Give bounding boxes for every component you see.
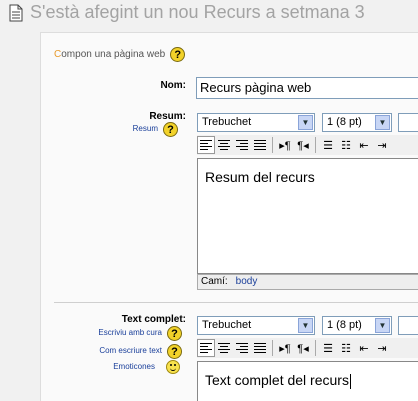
- ordered-list-icon[interactable]: ☰: [319, 339, 337, 357]
- summary-help-icon[interactable]: ?: [163, 122, 178, 137]
- name-label: Nom:: [160, 80, 186, 91]
- fulltext-label: Text complet:: [121, 314, 186, 325]
- fulltext-font-family-select[interactable]: Trebuchet ▼: [197, 316, 315, 335]
- legend-initial: C: [54, 49, 62, 60]
- smiley-icon[interactable]: [166, 360, 180, 374]
- help-icon[interactable]: ?: [170, 47, 186, 62]
- align-justify-icon[interactable]: [251, 339, 269, 357]
- name-input[interactable]: Recurs pàgina web: [196, 77, 418, 99]
- fulltext-content: Text complet del recurs: [205, 372, 349, 388]
- summary-font-family-value: Trebuchet: [202, 116, 252, 128]
- indent-icon[interactable]: ⇥: [373, 339, 391, 357]
- summary-toolbar: ▸¶ ¶◂ ☰ ☷ ⇤ ⇥: [197, 135, 418, 155]
- chevron-down-icon: ▼: [375, 115, 390, 130]
- ltr-icon[interactable]: ▸¶: [276, 339, 294, 357]
- summary-help-link[interactable]: Resum: [100, 124, 158, 133]
- rtl-icon[interactable]: ¶◂: [294, 136, 312, 154]
- page-title: S'està afegint un nou Recurs a setmana 3: [30, 2, 365, 22]
- toolbar-separator: [272, 340, 273, 356]
- path-value[interactable]: body: [236, 276, 258, 287]
- path-label: Camí:: [201, 276, 228, 287]
- fulltext-toolbar: ▸¶ ¶◂ ☰ ☷ ⇤ ⇥: [197, 338, 418, 358]
- toolbar-separator: [315, 137, 316, 153]
- summary-font-size-value: 1 (8 pt): [327, 116, 362, 128]
- form-legend: Compon una pàgina web ?: [54, 47, 186, 62]
- rtl-icon[interactable]: ¶◂: [294, 339, 312, 357]
- fulltext-editor[interactable]: Text complet del recurs: [197, 361, 418, 401]
- align-center-icon[interactable]: [215, 339, 233, 357]
- how-to-write-help-icon[interactable]: ?: [167, 344, 182, 359]
- toolbar-separator: [315, 340, 316, 356]
- document-icon: [9, 4, 23, 22]
- fulltext-font-size-select[interactable]: 1 (8 pt) ▼: [322, 316, 392, 335]
- ordered-list-icon[interactable]: ☰: [319, 136, 337, 154]
- align-justify-icon[interactable]: [251, 136, 269, 154]
- toolbar-separator: [272, 137, 273, 153]
- align-right-icon[interactable]: [233, 339, 251, 357]
- chevron-down-icon: ▼: [375, 318, 390, 333]
- outdent-icon[interactable]: ⇤: [355, 339, 373, 357]
- outdent-icon[interactable]: ⇤: [355, 136, 373, 154]
- text-cursor: [349, 373, 351, 389]
- format-select[interactable]: [398, 316, 418, 335]
- chevron-down-icon: ▼: [298, 318, 313, 333]
- write-carefully-help-icon[interactable]: ?: [167, 326, 182, 341]
- align-center-icon[interactable]: [215, 136, 233, 154]
- align-left-icon[interactable]: [197, 136, 215, 154]
- indent-icon[interactable]: ⇥: [373, 136, 391, 154]
- fulltext-font-size-value: 1 (8 pt): [327, 319, 362, 331]
- summary-statusbar: Camí: body: [197, 274, 418, 290]
- summary-editor[interactable]: Resum del recurs: [197, 158, 418, 274]
- section-divider: [54, 302, 418, 303]
- summary-font-family-select[interactable]: Trebuchet ▼: [197, 113, 315, 132]
- write-carefully-link[interactable]: Escriviu amb cura: [40, 328, 162, 337]
- title-bar: S'està afegint un nou Recurs a setmana 3: [0, 0, 418, 28]
- ltr-icon[interactable]: ▸¶: [276, 136, 294, 154]
- legend-text: ompon una pàgina web: [61, 49, 166, 60]
- align-left-icon[interactable]: [197, 339, 215, 357]
- align-right-icon[interactable]: [233, 136, 251, 154]
- summary-font-size-select[interactable]: 1 (8 pt) ▼: [322, 113, 392, 132]
- chevron-down-icon: ▼: [298, 115, 313, 130]
- fulltext-font-family-value: Trebuchet: [202, 319, 252, 331]
- unordered-list-icon[interactable]: ☷: [337, 136, 355, 154]
- how-to-write-link[interactable]: Com escriure text: [40, 346, 162, 355]
- unordered-list-icon[interactable]: ☷: [337, 339, 355, 357]
- emoticons-link[interactable]: Emoticones: [40, 362, 155, 371]
- format-select[interactable]: [398, 113, 418, 132]
- summary-label: Resum:: [149, 111, 186, 122]
